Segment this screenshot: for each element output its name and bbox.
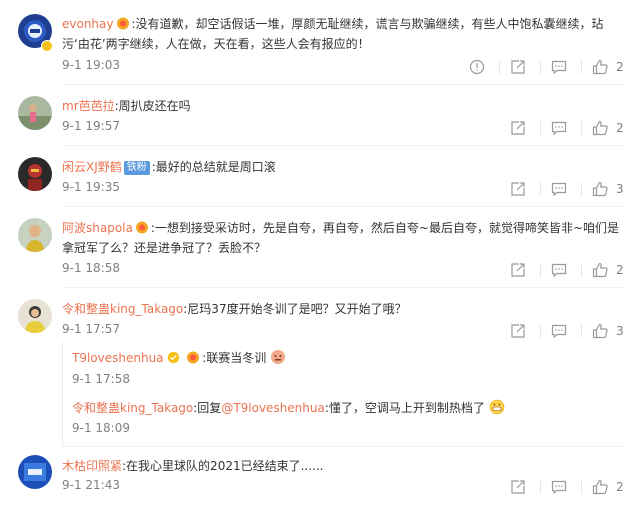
comment-icon[interactable]: [551, 262, 567, 278]
comment-text: :周扒皮还在吗: [114, 99, 191, 113]
divider: [540, 480, 541, 494]
reply-prefix: :回复: [193, 401, 222, 415]
thumbs-up-icon[interactable]: [592, 59, 608, 75]
comment-icon[interactable]: [551, 479, 567, 495]
divider: [581, 182, 582, 196]
like-count: 3: [616, 182, 624, 196]
comment-separator: [62, 287, 624, 288]
avatar[interactable]: [18, 96, 52, 130]
comment-actions: 2: [453, 57, 624, 77]
comment-text: :没有道歉，却空话假话一堆，厚颜无耻继续，谎言与欺骗继续，有些人中饱私囊继续，玷: [131, 17, 604, 31]
divider: [581, 480, 582, 494]
avatar[interactable]: [18, 299, 52, 333]
comment-text: :在我心里球队的2021已经结束了......: [122, 459, 324, 473]
forward-icon[interactable]: [510, 120, 526, 136]
thumbs-up-icon[interactable]: [592, 262, 608, 278]
like-count: 2: [616, 480, 624, 494]
comment-icon[interactable]: [551, 120, 567, 136]
comment-body: 木枯印照紧:在我心里球队的2021已经结束了......: [62, 456, 622, 476]
comment-actions: 2: [494, 477, 624, 497]
like-count: 2: [616, 263, 624, 277]
mention-link[interactable]: @T9loveshenhua: [221, 401, 325, 415]
forward-icon[interactable]: [510, 181, 526, 197]
forward-icon[interactable]: [510, 479, 526, 495]
comment-text-continued: 污‘由花’两字继续，人在做，天在看，这些人会有报应的！: [62, 37, 370, 51]
divider: [540, 60, 541, 74]
grin-emoji-icon: [489, 399, 505, 415]
thumbs-up-icon[interactable]: [592, 120, 608, 136]
reply-username[interactable]: T9loveshenhua: [72, 351, 164, 365]
reply-time: 9-1 17:58: [72, 372, 130, 386]
comment-text: :一想到接受采访时，先是自夸，再自夸，然后自夸~最后自夸，就觉得啼笑皆非~咱们是: [150, 221, 620, 235]
reply-text: :懂了，空调马上开到制热档了: [324, 401, 485, 415]
comment-time: 9-1 19:57: [62, 119, 120, 133]
avatar[interactable]: [18, 218, 52, 252]
thumbs-up-icon[interactable]: [592, 323, 608, 339]
comment-body: 阿波shapola :一想到接受采访时，先是自夸，再自夸，然后自夸~最后自夸，就觉…: [62, 218, 622, 258]
forward-icon[interactable]: [510, 323, 526, 339]
comment-actions: 3: [494, 179, 624, 199]
report-icon[interactable]: [469, 59, 485, 75]
comment-username[interactable]: 闲云XJ野鹤: [62, 160, 122, 174]
reply-username[interactable]: 令和整蛊king_Takago: [72, 401, 193, 415]
like-count: 2: [616, 121, 624, 135]
fan-tag-badge: 铁粉: [123, 161, 150, 175]
comment-actions: 3: [494, 321, 624, 341]
divider: [581, 60, 582, 74]
comment-body: evonhay :没有道歉，却空话假话一堆，厚颜无耻继续，谎言与欺骗继续，有些人中…: [62, 14, 622, 54]
forward-icon[interactable]: [510, 262, 526, 278]
avatar[interactable]: [18, 455, 52, 489]
comment-separator: [62, 145, 624, 146]
divider: [499, 60, 500, 74]
comment-text-continued: 拿冠军了么？还是进争冠了？丢脸不？: [62, 241, 267, 255]
divider: [540, 182, 541, 196]
comment-username[interactable]: evonhay: [62, 17, 114, 31]
reply-text: :联赛当冬训: [202, 351, 267, 365]
comment-time: 9-1 18:58: [62, 261, 120, 275]
comment-username[interactable]: 令和整蛊king_Takago: [62, 302, 183, 316]
forward-icon[interactable]: [510, 59, 526, 75]
comment-time: 9-1 21:43: [62, 478, 120, 492]
thumbs-up-icon[interactable]: [592, 181, 608, 197]
fan-medal-icon: [116, 17, 129, 30]
thumbs-up-icon[interactable]: [592, 479, 608, 495]
like-count: 3: [616, 324, 624, 338]
comment-icon[interactable]: [551, 323, 567, 339]
reply-item: T9loveshenhua :联赛当冬训: [72, 348, 612, 368]
comment-username[interactable]: mr芭芭拉: [62, 99, 115, 113]
fan-medal-icon: [135, 221, 148, 234]
divider: [581, 324, 582, 338]
verified-badge-icon: [41, 40, 53, 52]
comment-body: 闲云XJ野鹤 铁粉:最好的总结就是周口滚: [62, 157, 622, 177]
emoji-icon: [271, 350, 286, 364]
comment-icon[interactable]: [551, 59, 567, 75]
divider: [540, 121, 541, 135]
comment-icon[interactable]: [551, 181, 567, 197]
comment-actions: 2: [494, 118, 624, 138]
comment-text: :最好的总结就是周口滚: [151, 160, 276, 174]
avatar[interactable]: [18, 157, 52, 191]
comment-body: mr芭芭拉:周扒皮还在吗: [62, 96, 622, 116]
divider: [581, 263, 582, 277]
comment-separator: [62, 446, 624, 447]
comment-body: 令和整蛊king_Takago:尼玛37度开始冬训了是吧？又开始了哦？: [62, 299, 622, 319]
comment-username[interactable]: 木枯印照紧: [62, 459, 122, 473]
comment-time: 9-1 19:35: [62, 180, 120, 194]
verified-badge-icon: [168, 351, 180, 364]
divider: [540, 263, 541, 277]
divider: [540, 324, 541, 338]
like-count: 2: [616, 60, 624, 74]
divider: [581, 121, 582, 135]
comment-time: 9-1 19:03: [62, 58, 120, 72]
fan-medal-icon: [187, 351, 200, 364]
comment-text: :尼玛37度开始冬训了是吧？又开始了哦？: [183, 302, 407, 316]
reply-thread-line: [62, 342, 63, 445]
comment-username[interactable]: 阿波shapola: [62, 221, 133, 235]
comment-separator: [62, 206, 624, 207]
comment-separator: [62, 84, 624, 85]
reply-item: 令和整蛊king_Takago:回复@T9loveshenhua:懂了，空调马上…: [72, 398, 612, 418]
comment-actions: 2: [494, 260, 624, 280]
comment-time: 9-1 17:57: [62, 322, 120, 336]
reply-time: 9-1 18:09: [72, 421, 130, 435]
